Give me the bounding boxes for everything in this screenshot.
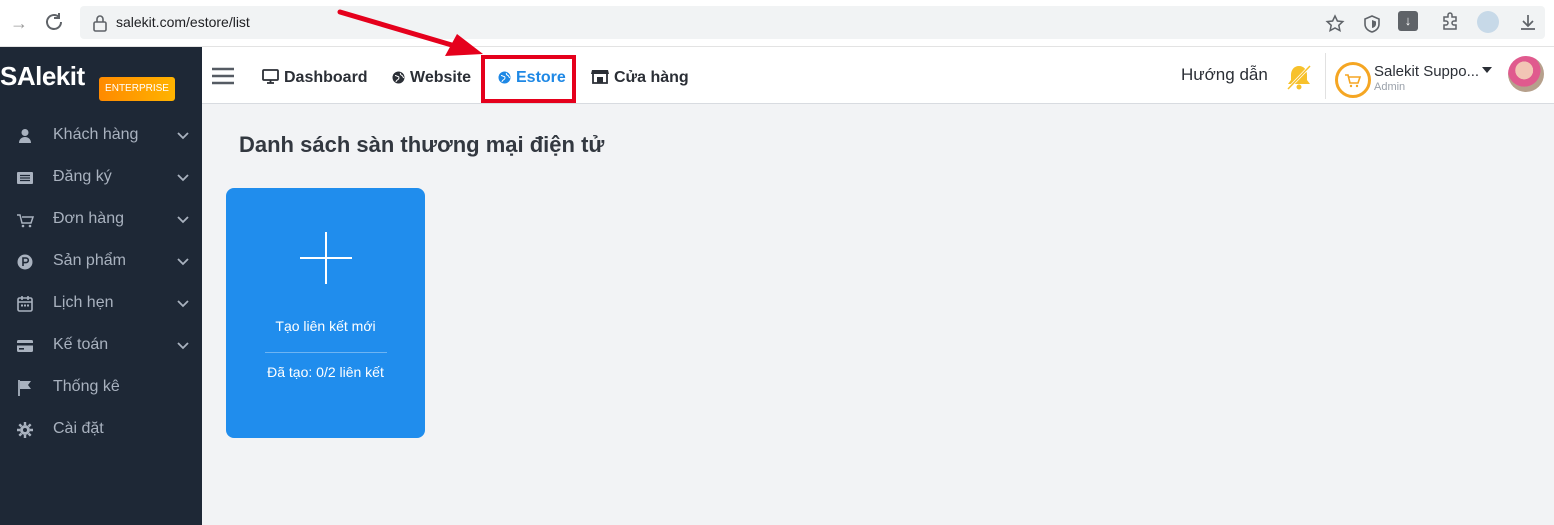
logo-text: SAlekit [0,61,85,91]
sidebar-item-label: Khách hàng [53,126,139,143]
flag-icon [18,380,31,396]
extensions-puzzle-icon[interactable] [1440,12,1460,32]
chevron-down-icon [177,174,189,182]
address-bar[interactable]: salekit.com/estore/list [80,6,1545,39]
sidebar-item-cai-dat[interactable]: Cài đặt [0,409,202,451]
shop-cart-icon[interactable] [1335,62,1371,98]
chevron-down-icon [177,132,189,140]
monitor-icon [262,69,279,84]
sidebar-item-san-pham[interactable]: Sản phẩm [0,241,202,283]
chevron-down-icon [177,342,189,350]
caret-down-icon[interactable] [1481,65,1493,75]
download-manager-icon[interactable]: ↓ [1398,11,1418,31]
guide-link[interactable]: Hướng dẫn [1181,65,1268,85]
sidebar-item-ke-toan[interactable]: Kế toán [0,325,202,367]
hamburger-menu-icon[interactable] [212,67,234,85]
nav-dashboard[interactable]: Dashboard [262,67,368,89]
chevron-down-icon [177,258,189,266]
globe-icon [392,71,405,84]
download-icon[interactable] [1518,12,1538,32]
card-count: Đã tạo: 0/2 liên kết [267,364,384,380]
url-text: salekit.com/estore/list [116,14,250,30]
forward-arrow-icon[interactable]: → [8,12,30,34]
nav-cua-hang[interactable]: Cửa hàng [591,67,689,89]
nav-website[interactable]: Website [392,67,471,89]
sidebar-item-khach-hang[interactable]: Khách hàng [0,115,202,157]
sidebar-item-label: Đăng ký [53,168,112,185]
create-link-card[interactable]: Tạo liên kết mới Đã tạo: 0/2 liên kết [226,188,425,438]
user-role: Admin [1374,81,1406,93]
profile-avatar[interactable] [1477,11,1499,33]
sidebar-item-label: Thống kê [53,378,120,395]
reload-icon[interactable] [42,10,66,34]
sidebar-menu: Khách hàng Đăng ký Đơn hàng Sản phẩm Lịc… [0,115,202,451]
sidebar-item-label: Kế toán [53,336,109,353]
nav-dashboard-label: Dashboard [284,69,368,86]
sidebar: SAlekit ENTERPRISE Khách hàng Đăng ký Đơ… [0,47,202,525]
lock-icon [93,15,107,32]
header-divider [1325,53,1326,99]
chevron-down-icon [177,300,189,308]
shield-icon[interactable] [1362,14,1382,34]
credit-card-icon [17,340,33,352]
bell-muted-icon[interactable] [1285,63,1313,91]
page-title: Danh sách sàn thương mại điện tử [239,132,605,157]
avatar[interactable] [1508,56,1544,92]
nav-website-label: Website [410,69,472,86]
annotation-arrow [337,9,483,56]
nav-cua-hang-label: Cửa hàng [614,69,689,86]
sidebar-item-don-hang[interactable]: Đơn hàng [0,199,202,241]
sidebar-item-thong-ke[interactable]: Thống kê [0,367,202,409]
user-icon [19,129,31,143]
sidebar-item-lich-hen[interactable]: Lịch hẹn [0,283,202,325]
store-icon [591,70,609,84]
product-p-icon [17,254,33,270]
sidebar-item-dang-ky[interactable]: Đăng ký [0,157,202,199]
card-divider [265,352,387,353]
list-icon [17,172,33,184]
star-icon[interactable] [1325,14,1345,34]
card-title: Tạo liên kết mới [275,318,376,334]
sidebar-item-label: Lịch hẹn [53,294,114,311]
cart-icon [17,214,34,228]
browser-toolbar: → salekit.com/estore/list ↓ [0,0,1554,47]
sidebar-item-label: Sản phẩm [53,252,126,269]
gear-icon [17,422,33,438]
chevron-down-icon [177,216,189,224]
estore-highlight-box [481,55,576,103]
enterprise-badge: ENTERPRISE [99,77,175,101]
sidebar-item-label: Đơn hàng [53,210,124,227]
sidebar-item-label: Cài đặt [53,420,104,437]
calendar-icon [17,296,33,312]
plus-icon [300,232,352,284]
user-name[interactable]: Salekit Suppo... [1374,63,1479,80]
